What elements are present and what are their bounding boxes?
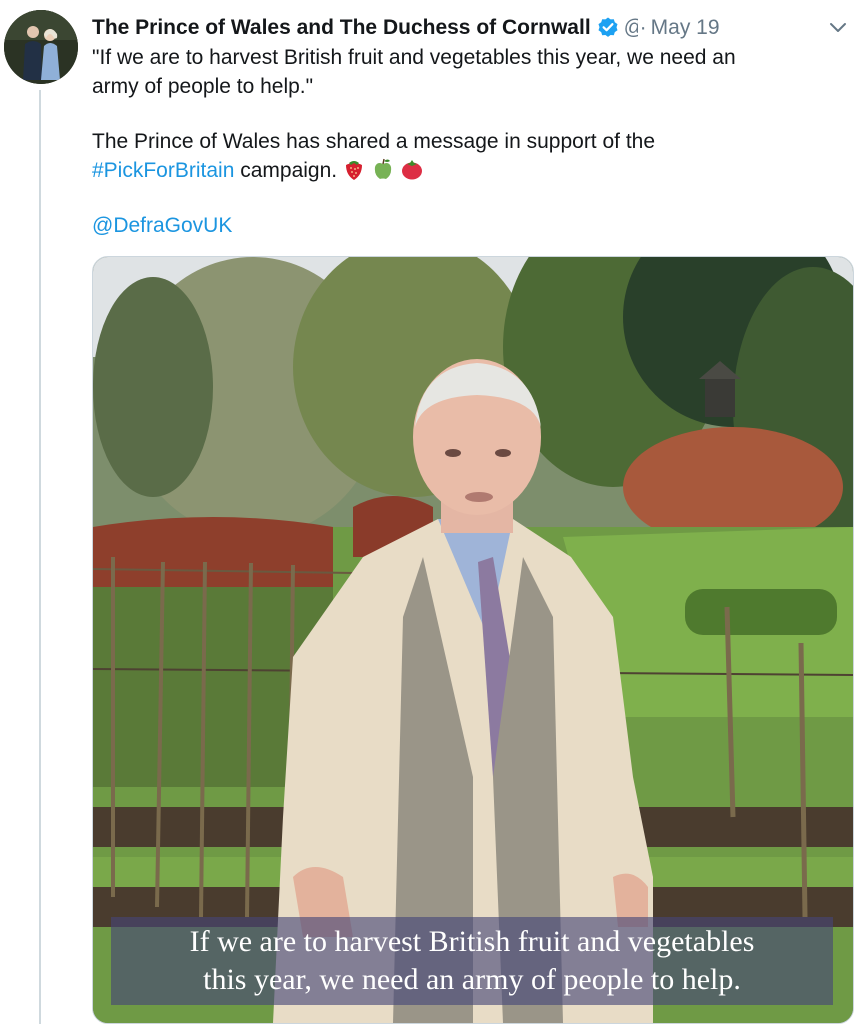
tweet-text-message-line2: #PickForBritain campaign. [92, 156, 852, 185]
tweet-text-quote-line1: "If we are to harvest British fruit and … [92, 46, 736, 69]
message-after-hashtag: campaign. [234, 159, 338, 182]
video-player[interactable]: If we are to harvest British fruit and v… [92, 256, 854, 1024]
thread-line [39, 90, 41, 1024]
tweet-date[interactable]: May 19 [651, 16, 720, 40]
mention-link[interactable]: @DefraGovUK [92, 214, 232, 237]
verified-badge-icon [596, 16, 620, 40]
strawberry-icon [342, 157, 366, 181]
video-subtitle-box: If we are to harvest British fruit and v… [111, 917, 833, 1005]
author-handle[interactable]: @ [624, 16, 638, 40]
tomato-icon [400, 157, 424, 181]
video-subtitle-line2: this year, we need an army of people to … [203, 963, 741, 996]
author-name[interactable]: The Prince of Wales and The Duchess of C… [92, 16, 591, 40]
separator-dot: · [639, 16, 647, 39]
green-apple-icon [371, 157, 395, 181]
avatar[interactable] [4, 10, 78, 84]
tweet-header: The Prince of Wales and The Duchess of C… [92, 12, 858, 44]
video-subtitle-line1: If we are to harvest British fruit and v… [189, 925, 755, 958]
chevron-down-icon[interactable] [826, 16, 850, 40]
hashtag-link[interactable]: #PickForBritain [92, 159, 234, 182]
tweet-text-quote-line2: army of people to help." [92, 75, 314, 98]
tweet-text-message-line1: The Prince of Wales has shared a message… [92, 130, 656, 153]
avatar-photo-icon [4, 10, 78, 84]
tweet-text-mention-line: @DefraGovUK [92, 211, 852, 240]
video-still [93, 257, 853, 1023]
tweet: The Prince of Wales and The Duchess of C… [0, 0, 866, 1024]
